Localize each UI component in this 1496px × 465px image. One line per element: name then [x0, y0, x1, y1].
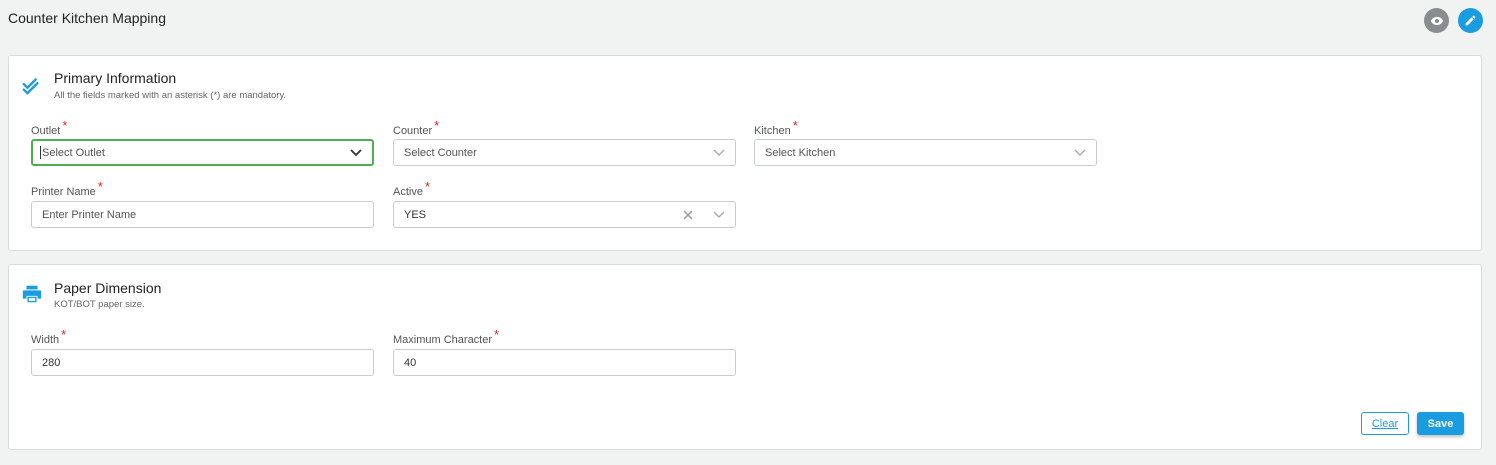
maximum-character-label: Maximum Character * — [393, 327, 500, 346]
printer-icon — [22, 285, 42, 303]
maximum-character-input[interactable]: 40 — [393, 349, 736, 376]
printer-name-placeholder: Enter Printer Name — [42, 208, 137, 221]
paper-dimension-card: Paper Dimension KOT/BOT paper size. Widt… — [8, 264, 1482, 450]
pencil-icon — [1465, 15, 1476, 26]
width-value: 280 — [42, 356, 61, 369]
primary-information-card: Primary Information All the fields marke… — [8, 55, 1482, 251]
double-check-icon — [22, 78, 39, 95]
section-subtitle: All the fields marked with an asterisk (… — [54, 90, 287, 101]
eye-icon — [1430, 16, 1443, 25]
outlet-select[interactable]: Select Outlet — [31, 139, 374, 166]
printer-name-input[interactable]: Enter Printer Name — [31, 201, 374, 228]
section-subtitle: KOT/BOT paper size. — [54, 299, 145, 310]
edit-button[interactable] — [1458, 8, 1483, 33]
text-cursor — [40, 146, 41, 159]
printer-name-label: Printer Name * — [31, 179, 103, 198]
active-label: Active * — [393, 179, 431, 198]
section-title: Primary Information — [54, 70, 177, 86]
save-button[interactable]: Save — [1417, 412, 1464, 435]
kitchen-placeholder: Select Kitchen — [765, 146, 836, 159]
width-input[interactable]: 280 — [31, 349, 374, 376]
active-value: YES — [404, 208, 427, 221]
chevron-down-icon — [1074, 149, 1086, 156]
outlet-label: Outlet * — [31, 118, 68, 137]
section-title: Paper Dimension — [54, 280, 162, 296]
view-button[interactable] — [1424, 8, 1449, 33]
counter-placeholder: Select Counter — [404, 146, 477, 159]
clear-icon[interactable] — [683, 210, 693, 220]
counter-label: Counter * — [393, 118, 440, 137]
chevron-down-icon — [713, 211, 725, 218]
width-label: Width * — [31, 327, 67, 346]
chevron-down-icon — [350, 149, 362, 157]
page-title: Counter Kitchen Mapping — [8, 10, 166, 26]
active-select[interactable]: YES — [393, 201, 736, 228]
maximum-character-value: 40 — [404, 356, 417, 369]
outlet-placeholder: Select Outlet — [42, 146, 105, 159]
chevron-down-icon — [713, 149, 725, 156]
kitchen-select[interactable]: Select Kitchen — [754, 139, 1097, 166]
counter-select[interactable]: Select Counter — [393, 139, 736, 166]
clear-button[interactable]: Clear — [1361, 412, 1409, 435]
kitchen-label: Kitchen * — [754, 118, 798, 137]
